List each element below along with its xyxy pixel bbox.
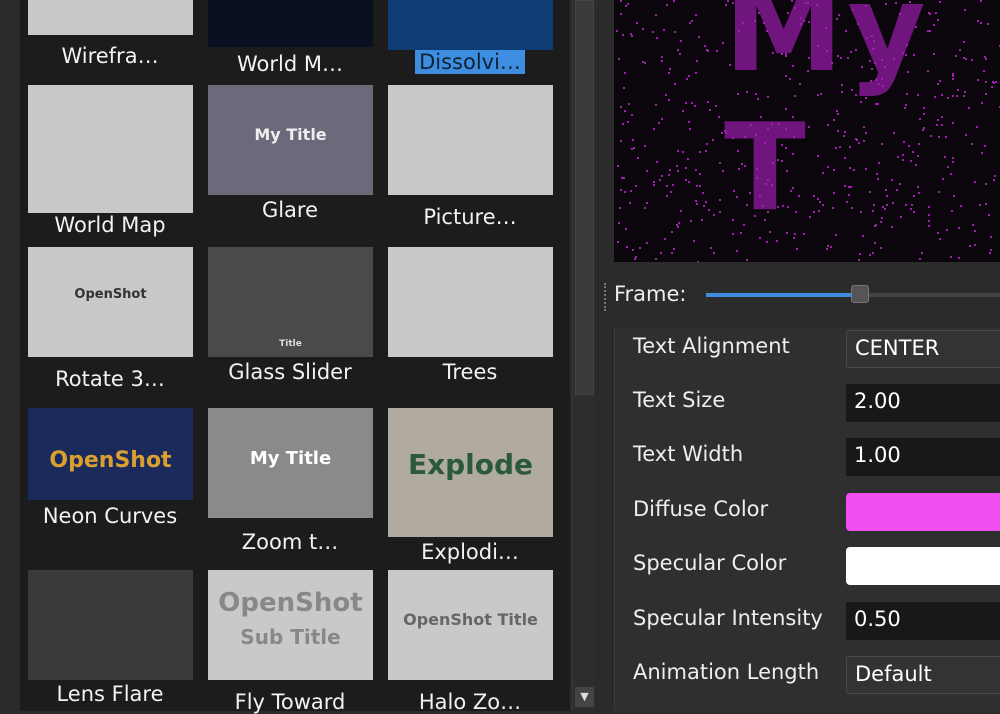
- scrollbar-thumb[interactable]: [575, 0, 594, 395]
- thumbnail-text: OpenShot: [28, 448, 193, 473]
- property-row: Text Alignment CENTER: [615, 328, 1000, 368]
- title-label-text: Trees: [443, 360, 498, 384]
- property-value-number[interactable]: 2.00: [846, 384, 1000, 422]
- title-label[interactable]: World Map: [20, 213, 200, 237]
- title-thumbnail[interactable]: OpenShot Sub Title: [208, 570, 373, 680]
- title-label[interactable]: World M…: [200, 52, 380, 76]
- splitter-handle[interactable]: [604, 283, 606, 311]
- property-value-number[interactable]: 1.00: [846, 438, 1000, 476]
- thumbnail-text: My Title: [208, 125, 373, 144]
- property-label: Text Alignment: [633, 334, 790, 358]
- title-thumbnail[interactable]: [28, 85, 193, 213]
- property-label: Diffuse Color: [633, 497, 768, 521]
- property-value-number[interactable]: 0.50: [846, 602, 1000, 640]
- title-thumbnail[interactable]: OpenShot: [28, 247, 193, 357]
- frame-label: Frame:: [614, 282, 687, 306]
- title-thumbnail[interactable]: OpenShot: [28, 408, 193, 500]
- title-label-text: World M…: [237, 52, 343, 76]
- title-thumbnail[interactable]: My Title: [208, 408, 373, 518]
- title-label[interactable]: Halo Zo…: [380, 690, 560, 714]
- title-label-text: Lens Flare: [56, 682, 163, 706]
- property-row: Animation Length Default: [615, 654, 1000, 694]
- title-label[interactable]: Glass Slider: [200, 360, 380, 384]
- thumbnail-text: OpenShot: [208, 588, 373, 618]
- property-value-combo[interactable]: CENTER: [846, 330, 1000, 368]
- title-label[interactable]: Wirefra…: [20, 44, 200, 68]
- title-thumbnail[interactable]: [28, 0, 193, 35]
- thumbnail-text: OpenShot: [28, 287, 193, 302]
- property-row: Specular Color: [615, 545, 1000, 585]
- scroll-down-arrow-icon[interactable]: ▼: [575, 687, 594, 707]
- title-label-text: Explodi…: [421, 540, 519, 564]
- preview-text: My T: [724, 0, 1000, 238]
- title-label[interactable]: Neon Curves: [20, 504, 200, 528]
- frame-slider-handle[interactable]: [851, 285, 869, 303]
- title-thumbnail[interactable]: [388, 0, 553, 50]
- property-row: Text Width 1.00: [615, 436, 1000, 476]
- title-label[interactable]: Zoom t…: [200, 530, 380, 554]
- title-label-text: Zoom t…: [242, 530, 338, 554]
- title-label[interactable]: Trees: [380, 360, 560, 384]
- title-template-list[interactable]: Wirefra… World M… Dissolvi… World Map My Tit…: [20, 0, 570, 711]
- property-label: Animation Length: [633, 660, 819, 684]
- title-label-text: Glass Slider: [228, 360, 351, 384]
- title-thumbnail[interactable]: [208, 0, 373, 47]
- title-thumbnail[interactable]: Explode: [388, 408, 553, 537]
- title-label-text: Dissolvi…: [415, 50, 525, 74]
- title-label[interactable]: Rotate 3…: [20, 367, 200, 391]
- thumbnail-text: Title: [208, 339, 373, 349]
- title-label[interactable]: Lens Flare: [20, 682, 200, 706]
- list-scrollbar[interactable]: ▼: [572, 0, 595, 711]
- title-label-text: Wirefra…: [61, 44, 158, 68]
- title-thumbnail[interactable]: [388, 247, 553, 357]
- title-label[interactable]: Glare: [200, 198, 380, 222]
- thumbnail-text: Explode: [388, 448, 553, 481]
- title-label-text: Glare: [262, 198, 318, 222]
- title-thumbnail[interactable]: OpenShot Title: [388, 570, 553, 680]
- property-row: Text Size 2.00: [615, 382, 1000, 422]
- property-row: Diffuse Color: [615, 491, 1000, 531]
- title-label-text: Rotate 3…: [55, 367, 165, 391]
- title-thumbnail[interactable]: Title: [208, 247, 373, 357]
- properties-panel: Text Alignment CENTER Text Size 2.00 Text …: [614, 328, 1000, 711]
- title-thumbnail[interactable]: My Title: [208, 85, 373, 195]
- frame-slider[interactable]: [706, 293, 1000, 297]
- title-label-text: Neon Curves: [43, 504, 177, 528]
- title-label-text: Fly Toward: [235, 690, 346, 714]
- property-value-color[interactable]: [846, 547, 1000, 585]
- title-thumbnail[interactable]: [388, 85, 553, 195]
- title-label-text: Picture…: [423, 205, 516, 229]
- thumbnail-text: OpenShot Title: [388, 610, 553, 629]
- title-label[interactable]: Dissolvi…: [380, 50, 560, 74]
- property-label: Text Width: [633, 442, 743, 466]
- title-label[interactable]: Picture…: [380, 205, 560, 229]
- property-value-combo[interactable]: Default: [846, 656, 1000, 694]
- frame-slider-fill: [706, 293, 853, 297]
- title-label-text: World Map: [54, 213, 165, 237]
- thumbnail-text: My Title: [208, 448, 373, 469]
- property-label: Specular Color: [633, 551, 786, 575]
- property-label: Text Size: [633, 388, 725, 412]
- thumbnail-text: Sub Title: [208, 625, 373, 649]
- title-label[interactable]: Explodi…: [380, 540, 560, 564]
- title-label[interactable]: Fly Toward: [200, 690, 380, 714]
- property-row: Specular Intensity 0.50: [615, 600, 1000, 640]
- title-thumbnail[interactable]: [28, 570, 193, 680]
- title-preview: My T: [614, 0, 1000, 262]
- title-label-text: Halo Zo…: [419, 690, 521, 714]
- property-label: Specular Intensity: [633, 606, 823, 630]
- property-value-color[interactable]: [846, 493, 1000, 531]
